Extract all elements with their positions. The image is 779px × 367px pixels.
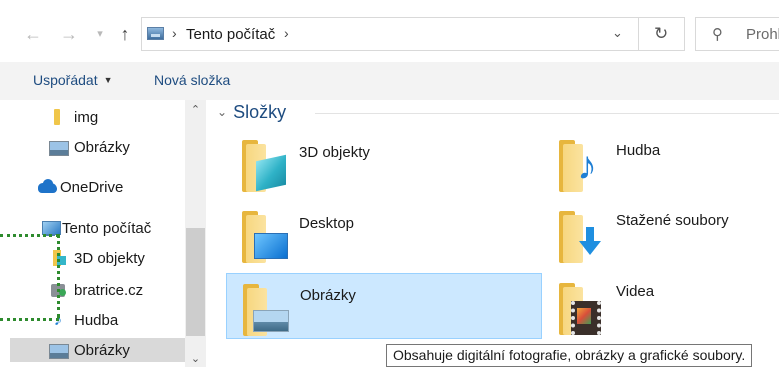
address-dropdown-chevron-down-icon[interactable]: ⌄ <box>612 25 623 41</box>
refresh-button[interactable]: ↻ <box>639 17 685 51</box>
breadcrumb-this-pc[interactable]: Tento počítač <box>186 26 275 43</box>
annotation-bracket-top <box>0 234 59 237</box>
arrow-up-icon: ↑ <box>120 24 130 44</box>
folder-icon: ♪ <box>557 140 605 194</box>
command-bar: Uspořádat ▼ Nová složka <box>0 62 779 100</box>
tree-item-label: 3D objekty <box>74 249 145 267</box>
tree-item-onedrive[interactable]: OneDrive <box>37 175 123 199</box>
tree-item-label: Hudba <box>74 311 119 329</box>
nav-scrollbar-thumb[interactable] <box>186 228 205 336</box>
chevron-down-icon: ⌄ <box>217 105 228 119</box>
folder-tile-downloads[interactable]: Stažené soubory <box>543 201 779 267</box>
tree-item-label: Tento počítač <box>62 219 152 237</box>
address-box[interactable]: › Tento počítač › ⌄ <box>141 17 639 51</box>
folder-label: 3D objekty <box>299 144 370 161</box>
folder-icon <box>240 211 288 265</box>
caret-down-icon: ▼ <box>103 75 113 85</box>
annotation-bracket-side <box>57 234 60 318</box>
folder-label: Hudba <box>616 142 661 159</box>
up-button[interactable]: ↑ <box>114 22 136 46</box>
recent-locations-button[interactable]: ▾ <box>89 22 111 46</box>
pictures-icon <box>48 138 69 156</box>
folder-tile-music[interactable]: ♪ Hudba <box>543 130 779 196</box>
tooltip: Obsahuje digitální fotografie, obrázky a… <box>386 344 753 367</box>
forward-button[interactable]: → <box>58 22 80 46</box>
picture-icon <box>253 310 289 332</box>
chevron-down-icon: ▾ <box>97 28 103 40</box>
tree-item-obrazky-quick[interactable]: Obrázky <box>48 135 130 159</box>
folder-icon <box>557 283 605 337</box>
folder-label: Obrázky <box>300 287 356 304</box>
desktop-icon <box>254 233 288 259</box>
folder-icon <box>240 140 288 194</box>
arrow-left-icon: ← <box>24 24 42 44</box>
folder-icon <box>557 211 605 265</box>
content-pane: ⌄ Složky 3D objekty ♪ Hudba Desktop Staže… <box>207 100 779 367</box>
film-icon <box>571 301 601 335</box>
organize-button[interactable]: Uspořádat ▼ <box>33 72 113 88</box>
3d-cube-icon <box>256 154 286 192</box>
back-button[interactable]: ← <box>22 22 44 46</box>
search-placeholder: Prohl <box>746 26 779 43</box>
group-title: Složky <box>233 102 287 122</box>
arrow-right-icon: → <box>60 24 78 44</box>
breadcrumb-separator[interactable]: › <box>172 25 177 41</box>
tree-item-label: OneDrive <box>60 178 124 196</box>
tree-item-img[interactable]: img <box>48 105 98 129</box>
music-note-icon: ♪ <box>577 144 597 188</box>
scroll-down-chevron-icon[interactable]: ⌄ <box>185 352 206 365</box>
search-icon: ⚲ <box>712 26 723 43</box>
group-divider <box>315 113 779 114</box>
tree-item-label: img <box>74 108 99 126</box>
folder-tile-videos[interactable]: Videa <box>543 273 779 339</box>
folder-tile-3d-objects[interactable]: 3D objekty <box>226 130 542 196</box>
breadcrumb-separator[interactable]: › <box>284 25 289 41</box>
tree-item-bratrice[interactable]: bratrice.cz <box>48 278 143 302</box>
folder-label: Desktop <box>299 215 355 232</box>
folder-icon <box>241 284 289 338</box>
refresh-icon: ↻ <box>654 24 669 43</box>
download-arrow-icon <box>579 227 601 259</box>
address-bar-row: ← → ▾ ↑ › Tento počítač › ⌄ ↻ ⚲ Prohl <box>0 0 779 62</box>
annotation-bracket-bottom <box>0 318 59 321</box>
onedrive-cloud-icon <box>37 178 57 196</box>
new-folder-button[interactable]: Nová složka <box>154 72 230 88</box>
tree-item-label: Obrázky <box>74 138 130 156</box>
folder-tile-pictures[interactable]: Obrázky <box>226 273 542 339</box>
tree-item-label: Obrázky <box>74 341 130 359</box>
organize-label: Uspořádat <box>33 72 98 88</box>
tree-item-3d-objects[interactable]: 3D objekty <box>48 246 145 270</box>
folder-label: Stažené soubory <box>616 212 729 229</box>
pictures-icon <box>48 341 69 359</box>
tree-item-obrazky[interactable]: Obrázky <box>10 338 185 362</box>
navigation-pane: img Obrázky OneDrive Tento počítač 3D ob… <box>0 100 207 367</box>
group-header-folders[interactable]: ⌄ Složky <box>217 102 286 123</box>
folder-icon <box>48 108 68 126</box>
folder-label: Videa <box>616 283 655 300</box>
tree-item-label: bratrice.cz <box>74 281 144 299</box>
search-input[interactable]: ⚲ Prohl <box>695 17 779 51</box>
folder-tile-desktop[interactable]: Desktop <box>226 201 542 267</box>
this-pc-icon <box>147 27 164 40</box>
scroll-up-chevron-icon[interactable]: ⌃ <box>185 103 206 116</box>
